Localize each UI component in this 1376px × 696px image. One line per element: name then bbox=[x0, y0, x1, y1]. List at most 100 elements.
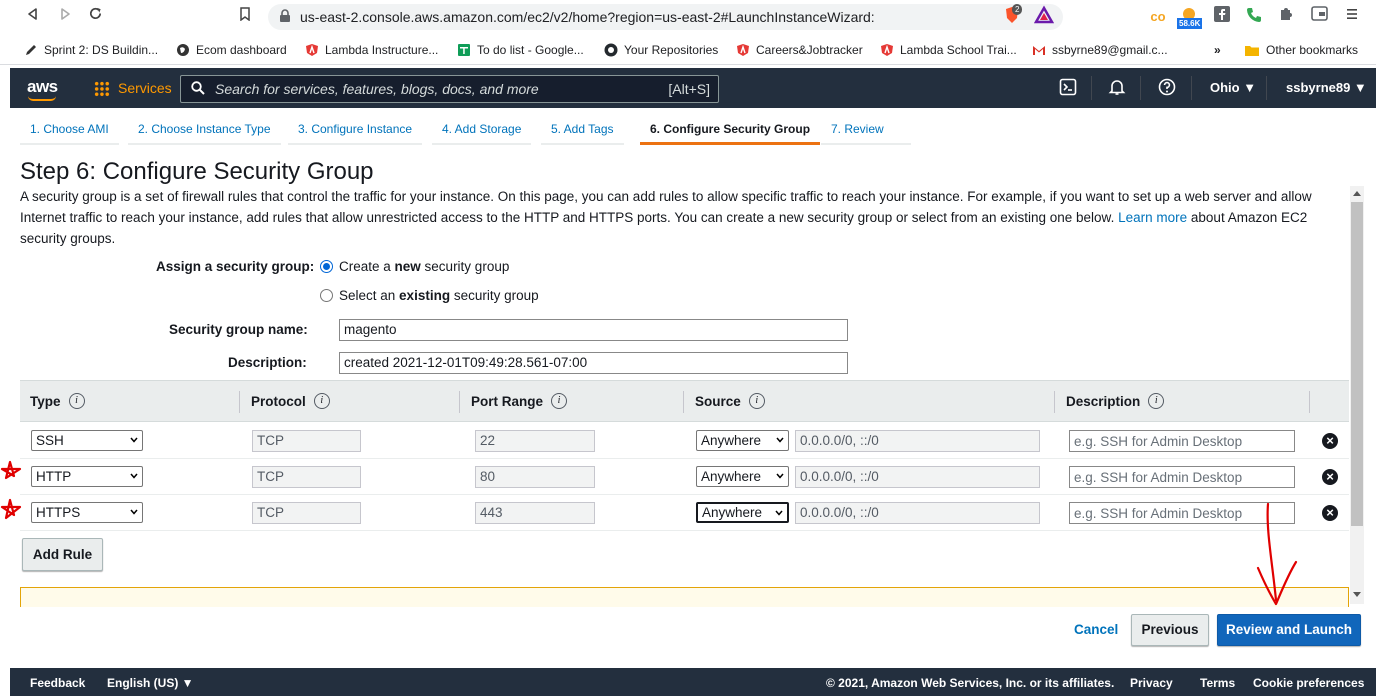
vertical-scrollbar[interactable] bbox=[1350, 186, 1364, 604]
bookmark-item[interactable]: Ecom dashboard bbox=[176, 41, 287, 59]
other-bookmarks-folder[interactable]: Other bookmarks bbox=[1244, 41, 1358, 59]
info-icon[interactable]: i bbox=[313, 393, 330, 409]
more-bookmarks-button[interactable]: » bbox=[1214, 41, 1221, 59]
search-shortcut-hint: [Alt+S] bbox=[668, 81, 710, 97]
facebook-extension-icon[interactable] bbox=[1211, 6, 1233, 28]
brave-rewards-icon[interactable] bbox=[1033, 5, 1055, 27]
bookmark-label: Other bookmarks bbox=[1266, 43, 1359, 57]
account-menu[interactable]: ssbyrne89 ▼ bbox=[1286, 80, 1367, 95]
scroll-down-icon[interactable] bbox=[1353, 592, 1361, 597]
language-selector[interactable]: English (US) ▼ bbox=[107, 676, 194, 690]
description-input[interactable]: created 2021-12-01T09:49:28.561-07:00 bbox=[339, 352, 848, 374]
remove-rule-icon[interactable]: × bbox=[1322, 433, 1338, 449]
lock-icon bbox=[280, 9, 290, 22]
security-group-name-input[interactable]: magento bbox=[339, 319, 848, 341]
info-icon[interactable]: i bbox=[1148, 393, 1165, 409]
source-cidr-field[interactable]: 0.0.0.0/0, ::/0 bbox=[795, 502, 1040, 524]
cloudshell-icon[interactable] bbox=[1058, 78, 1078, 98]
protocol-field: TCP bbox=[252, 502, 361, 524]
back-icon[interactable] bbox=[22, 6, 44, 28]
rule-description-input[interactable] bbox=[1069, 430, 1295, 452]
column-divider bbox=[239, 391, 240, 413]
bookmark-item[interactable]: Sprint 2: DS Buildin... bbox=[24, 41, 158, 59]
coupon-extension-icon[interactable]: co bbox=[1147, 6, 1169, 28]
aws-logo-smile bbox=[28, 96, 56, 101]
tab-configure-instance[interactable]: 3. Configure Instance bbox=[288, 113, 423, 145]
phone-extension-icon[interactable] bbox=[1243, 6, 1265, 28]
tab-add-storage[interactable]: 4. Add Storage bbox=[432, 113, 532, 145]
chevron-down-icon bbox=[776, 437, 784, 443]
bookmark-icon[interactable] bbox=[234, 6, 256, 28]
tab-choose-ami[interactable]: 1. Choose AMI bbox=[20, 113, 119, 145]
warning-banner bbox=[20, 587, 1349, 607]
review-and-launch-button[interactable]: Review and Launch bbox=[1217, 614, 1361, 646]
info-icon[interactable]: i bbox=[68, 393, 85, 409]
bookmark-label: Careers&Jobtracker bbox=[756, 43, 863, 57]
aws-logo[interactable]: aws bbox=[27, 77, 58, 97]
radio-button-selected[interactable] bbox=[320, 260, 333, 273]
info-icon[interactable]: i bbox=[551, 393, 568, 409]
bookmark-item[interactable]: ssbyrne89@gmail.c... bbox=[1032, 41, 1168, 59]
extension-counter-badge: 58.6K bbox=[1177, 18, 1203, 29]
source-select[interactable]: Anywhere bbox=[696, 502, 789, 523]
scrollbar-thumb[interactable] bbox=[1351, 202, 1363, 526]
source-cidr-field[interactable]: 0.0.0.0/0, ::/0 bbox=[795, 466, 1040, 488]
aws-footer: Feedback English (US) ▼ © 2021, Amazon W… bbox=[10, 668, 1376, 696]
tab-configure-security-group[interactable]: 6. Configure Security Group bbox=[640, 113, 821, 145]
source-cidr-field[interactable]: 0.0.0.0/0, ::/0 bbox=[795, 430, 1040, 452]
column-divider bbox=[683, 391, 684, 413]
add-rule-button[interactable]: Add Rule bbox=[22, 538, 103, 571]
reading-list-icon[interactable] bbox=[1308, 6, 1330, 28]
cancel-button[interactable]: Cancel bbox=[1074, 622, 1118, 637]
tab-add-tags[interactable]: 5. Add Tags bbox=[541, 113, 624, 145]
type-select[interactable]: HTTPS bbox=[31, 502, 143, 523]
column-header-description: Description i bbox=[1066, 393, 1165, 409]
rule-description-input[interactable] bbox=[1069, 466, 1295, 488]
help-icon[interactable] bbox=[1157, 78, 1177, 98]
info-icon[interactable]: i bbox=[748, 393, 765, 409]
tab-choose-instance-type[interactable]: 2. Choose Instance Type bbox=[128, 113, 281, 145]
privacy-link[interactable]: Privacy bbox=[1130, 676, 1173, 690]
bookmark-item[interactable]: Lambda School Trai... bbox=[880, 41, 1017, 59]
search-box[interactable]: [Alt+S] bbox=[180, 75, 719, 103]
terms-link[interactable]: Terms bbox=[1200, 676, 1235, 690]
extension-counter-icon[interactable]: 58.6K bbox=[1177, 6, 1203, 29]
type-select[interactable]: HTTP bbox=[31, 466, 143, 487]
radio-select-existing[interactable]: Select an existing security group bbox=[320, 288, 539, 303]
radio-button[interactable] bbox=[320, 289, 333, 302]
source-select[interactable]: Anywhere bbox=[696, 466, 789, 487]
header-divider bbox=[1140, 76, 1141, 100]
tab-review[interactable]: 7. Review bbox=[821, 113, 911, 145]
type-select[interactable]: SSH bbox=[31, 430, 143, 451]
source-select[interactable]: Anywhere bbox=[696, 430, 789, 451]
rule-description-input[interactable] bbox=[1069, 502, 1295, 524]
services-menu-button[interactable]: Services bbox=[118, 80, 172, 96]
red-star-marker-http bbox=[0, 460, 22, 480]
cookie-preferences-link[interactable]: Cookie preferences bbox=[1253, 676, 1364, 690]
search-input[interactable] bbox=[215, 76, 655, 102]
grid-icon[interactable] bbox=[94, 81, 110, 97]
feedback-link[interactable]: Feedback bbox=[30, 676, 85, 690]
radio-create-new[interactable]: Create a new security group bbox=[320, 259, 509, 274]
bookmark-label: ssbyrne89@gmail.c... bbox=[1052, 43, 1168, 57]
table-row: SSH TCP 22 Anywhere 0.0.0.0/0, ::/0 × bbox=[20, 423, 1349, 459]
remove-rule-icon[interactable]: × bbox=[1322, 469, 1338, 485]
bookmark-item[interactable]: Careers&Jobtracker bbox=[736, 41, 863, 59]
extensions-puzzle-icon[interactable] bbox=[1275, 6, 1297, 28]
region-selector[interactable]: Ohio ▼ bbox=[1210, 80, 1256, 95]
browser-menu-icon[interactable] bbox=[1341, 6, 1363, 28]
brave-shield-icon[interactable]: 2 bbox=[1001, 4, 1023, 27]
scroll-up-icon[interactable] bbox=[1353, 191, 1361, 196]
address-bar[interactable]: us-east-2.console.aws.amazon.com/ec2/v2/… bbox=[268, 4, 1063, 30]
bookmark-item[interactable]: Your Repositories bbox=[604, 41, 718, 59]
bookmark-label: To do list - Google... bbox=[477, 43, 584, 57]
reload-icon[interactable] bbox=[84, 6, 106, 28]
previous-button[interactable]: Previous bbox=[1131, 614, 1209, 646]
bookmark-item[interactable]: To do list - Google... bbox=[457, 41, 584, 59]
remove-rule-icon[interactable]: × bbox=[1322, 505, 1338, 521]
learn-more-link[interactable]: Learn more bbox=[1118, 210, 1187, 225]
forward-icon[interactable] bbox=[54, 6, 76, 28]
radio-create-new-label: Create a new security group bbox=[339, 259, 510, 274]
notifications-bell-icon[interactable] bbox=[1107, 78, 1127, 98]
bookmark-item[interactable]: Lambda Instructure... bbox=[305, 41, 438, 59]
